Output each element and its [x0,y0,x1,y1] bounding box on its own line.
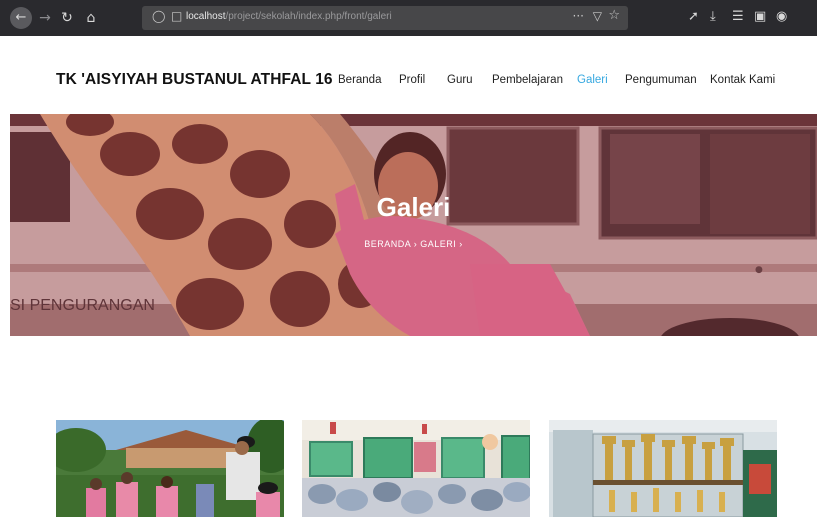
nav-item-pembelajaran[interactable]: Pembelajaran [492,74,563,86]
hero-banner: SI PENGURANGAN ● Galeri BERANDA › GALERI… [10,114,817,336]
tools-icon[interactable]: ➚ [688,9,699,24]
account-icon[interactable]: ◉ [776,9,787,24]
url-text[interactable]: localhost/project/sekolah/index.php/fron… [186,11,392,22]
breadcrumb-home[interactable]: BERANDA [364,239,411,249]
nav-item-galeri[interactable]: Galeri [577,74,608,86]
page-title: Galeri [376,192,451,222]
bookmark-star-icon[interactable]: ☆ [608,8,620,23]
site-header: TK 'AISYIYAH BUSTANUL ATHFAL 16 Beranda … [0,36,817,114]
nav-item-kontak-kami[interactable]: Kontak Kami [710,74,775,86]
tracking-shield-icon[interactable]: ◯ [152,9,165,23]
reload-icon[interactable]: ↻ [60,8,74,28]
gallery-item-outdoor-activity[interactable] [56,420,284,517]
gallery-item-trophy-cabinet[interactable] [549,420,777,517]
address-bar[interactable]: ◯ □ localhost/project/sekolah/index.php/… [142,6,628,30]
sidebar-icon[interactable]: ▣ [754,9,766,24]
page-info-icon[interactable]: □ [171,9,182,23]
breadcrumb-current: GALERI [420,239,457,249]
back-arrow-icon[interactable]: ← [10,7,32,29]
pocket-icon[interactable]: ▽ [593,9,602,23]
main-nav: Beranda Profil Guru Pembelajaran Galeri … [0,74,817,92]
gallery-image [302,420,530,517]
breadcrumb-separator-trailing: › [459,239,463,249]
forward-arrow-icon[interactable]: → [38,8,52,28]
gallery-image [549,420,777,517]
page-actions-icon[interactable]: ··· [573,9,584,23]
hero-overlay [10,114,817,336]
breadcrumb: BERANDA › GALERI › [10,239,817,249]
nav-item-profil[interactable]: Profil [399,74,425,86]
nav-item-beranda[interactable]: Beranda [338,74,381,86]
nav-item-pengumuman[interactable]: Pengumuman [625,74,697,86]
url-host: localhost [186,11,226,22]
gallery-image [56,420,284,517]
library-icon[interactable]: ☰ [732,9,744,24]
nav-item-guru[interactable]: Guru [447,74,473,86]
url-path: /project/sekolah/index.php/front/galeri [225,11,392,22]
gallery-item-classroom[interactable] [302,420,530,517]
browser-toolbar: ← → ↻ ⌂ ◯ □ localhost/project/sekolah/in… [0,0,817,36]
breadcrumb-separator: › [413,239,418,249]
download-icon[interactable]: ⤓ [710,9,716,24]
home-icon[interactable]: ⌂ [84,8,98,28]
